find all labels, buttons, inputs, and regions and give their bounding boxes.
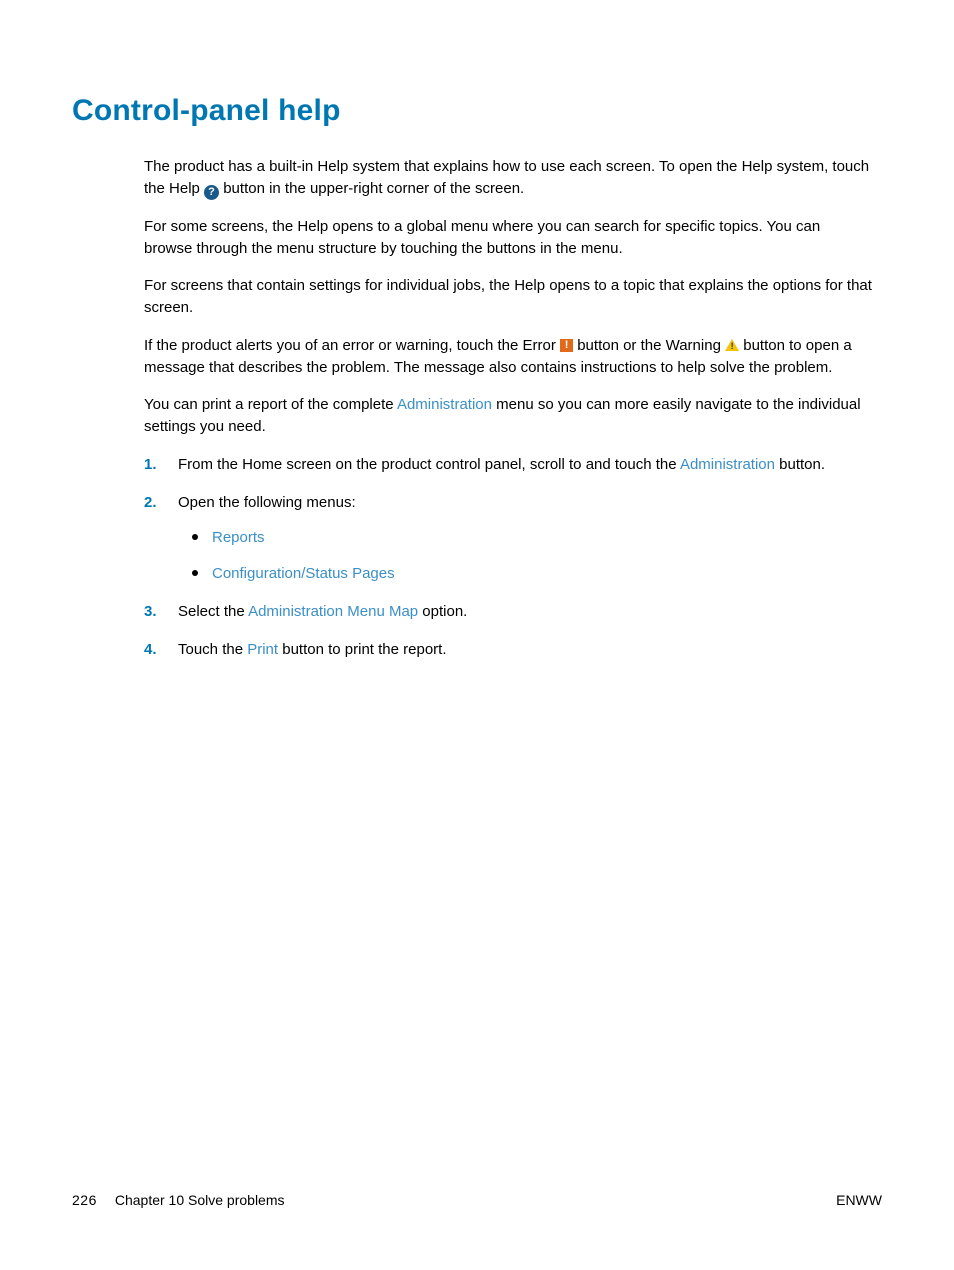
- page-title: Control-panel help: [72, 94, 882, 128]
- paragraph-1: The product has a built-in Help system t…: [144, 156, 872, 200]
- ui-term-administration: Administration: [680, 456, 775, 473]
- warning-icon: [725, 339, 739, 351]
- ui-term-administration: Administration: [397, 396, 492, 413]
- page-number: 226: [72, 1192, 97, 1208]
- body-content: The product has a built-in Help system t…: [72, 156, 882, 660]
- document-page: Control-panel help The product has a bui…: [0, 0, 954, 1270]
- error-icon: [560, 339, 573, 352]
- text: button to print the report.: [278, 641, 446, 658]
- text: If the product alerts you of an error or…: [144, 337, 560, 354]
- text: button or the Warning: [573, 337, 725, 354]
- paragraph-5: You can print a report of the complete A…: [144, 394, 872, 438]
- step-2: Open the following menus: Reports Config…: [144, 492, 872, 585]
- locale-label: ENWW: [836, 1192, 882, 1208]
- ordered-steps: From the Home screen on the product cont…: [144, 454, 872, 661]
- text: option.: [418, 603, 467, 620]
- text: You can print a report of the complete: [144, 396, 397, 413]
- ui-term-print: Print: [247, 641, 278, 658]
- text: Open the following menus:: [178, 494, 356, 511]
- text: Touch the: [178, 641, 247, 658]
- ui-term-admin-menu-map: Administration Menu Map: [248, 603, 418, 620]
- step-1: From the Home screen on the product cont…: [144, 454, 872, 476]
- text: Select the: [178, 603, 248, 620]
- page-footer: 226 Chapter 10 Solve problems ENWW: [72, 1192, 882, 1208]
- paragraph-2: For some screens, the Help opens to a gl…: [144, 216, 872, 260]
- step-4: Touch the Print button to print the repo…: [144, 639, 872, 661]
- text: From the Home screen on the product cont…: [178, 456, 680, 473]
- sub-item-reports: Reports: [212, 527, 872, 549]
- chapter-label: Chapter 10 Solve problems: [115, 1192, 285, 1208]
- footer-left: 226 Chapter 10 Solve problems: [72, 1192, 285, 1208]
- text: button in the upper-right corner of the …: [219, 180, 524, 197]
- paragraph-4: If the product alerts you of an error or…: [144, 335, 872, 379]
- text: button.: [775, 456, 825, 473]
- sub-item-config-status: Configuration/Status Pages: [212, 563, 872, 585]
- paragraph-3: For screens that contain settings for in…: [144, 275, 872, 319]
- sub-list: Reports Configuration/Status Pages: [178, 527, 872, 585]
- help-icon: ?: [204, 185, 219, 200]
- step-3: Select the Administration Menu Map optio…: [144, 601, 872, 623]
